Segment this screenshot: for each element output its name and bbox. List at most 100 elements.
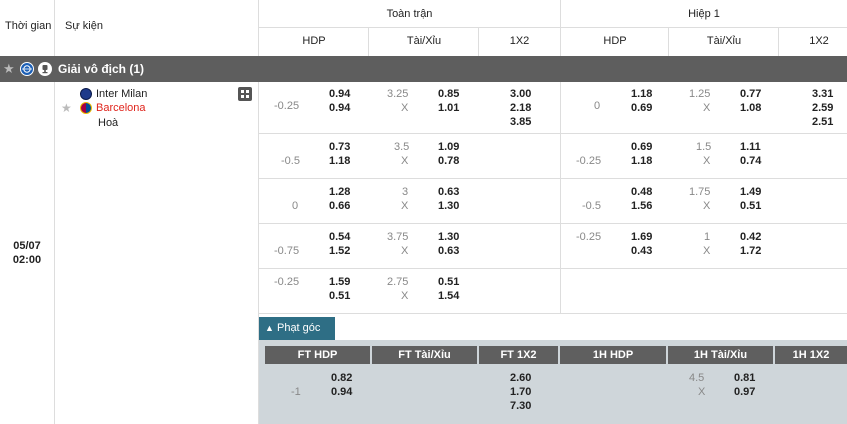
h1-ou-line: 1.75 (689, 186, 711, 198)
corner-h1-ou-over-odds[interactable]: 0.81 (734, 372, 755, 384)
ft-hdp-home-odds[interactable]: 0.94 (329, 88, 350, 100)
ft-ou-under-odds[interactable]: 1.01 (438, 102, 459, 114)
ft-ou-under-odds[interactable]: 1.54 (438, 290, 459, 302)
favorite-star-icon[interactable]: ★ (61, 101, 72, 115)
time-column-header: Thời gian (5, 20, 52, 32)
firsthalf-group-header: Hiệp 1 (688, 8, 720, 20)
event-column-header: Sự kiện (65, 20, 103, 32)
ft-ou-x: X (401, 200, 409, 212)
h1-ou-over-odds[interactable]: 1.49 (740, 186, 761, 198)
divider (259, 133, 847, 134)
ft-1x2-header: 1X2 (509, 35, 530, 47)
ft-ou-x: X (401, 245, 409, 257)
corner-ft-1x2-away-odds[interactable]: 1.70 (510, 386, 531, 398)
h1-hdp-away-odds[interactable]: 1.56 (631, 200, 652, 212)
ft-ou-line: 3.25 (387, 88, 409, 100)
ft-1x2-away-odds[interactable]: 2.18 (510, 102, 531, 114)
h1-1x2-header: 1X2 (809, 35, 829, 47)
h1-hdp-home-odds[interactable]: 1.18 (631, 88, 652, 100)
corner-ft-hdp-header: FT HDP (265, 346, 370, 364)
divider (258, 0, 259, 56)
favorite-star-icon[interactable]: ★ (3, 61, 15, 77)
h1-hdp-line: -0.25 (576, 231, 602, 243)
ft-hdp-away-odds[interactable]: 1.18 (329, 155, 350, 167)
ft-hdp-away-odds[interactable]: 0.94 (329, 102, 350, 114)
corner-ft-1x2-home-odds[interactable]: 2.60 (510, 372, 531, 384)
divider (259, 268, 847, 269)
ft-hdp-home-odds[interactable]: 0.73 (329, 141, 350, 153)
ft-ou-line: 3.5 (394, 141, 410, 153)
corner-ft-hdp-away-odds[interactable]: 0.94 (331, 386, 352, 398)
h1-ou-under-odds[interactable]: 0.74 (740, 155, 761, 167)
ft-ou-under-odds[interactable]: 1.30 (438, 200, 459, 212)
away-team-name[interactable]: Barcelona (96, 102, 146, 114)
corner-h1-hdp-header: 1H HDP (560, 346, 666, 364)
corners-tab[interactable]: ▲ Phạt góc (259, 317, 335, 340)
corners-tab-label: Phạt góc (276, 322, 321, 334)
ft-ou-under-odds[interactable]: 0.78 (438, 155, 459, 167)
corner-h1-ou-header: 1H Tài/Xỉu (668, 346, 773, 364)
h1-hdp-line: 0 (594, 100, 601, 112)
divider (560, 82, 561, 313)
ft-hdp-away-odds[interactable]: 1.52 (329, 245, 350, 257)
h1-hdp-home-odds[interactable]: 0.69 (631, 141, 652, 153)
ft-ou-over-odds[interactable]: 1.30 (438, 231, 459, 243)
trophy-icon (38, 62, 52, 76)
draw-label: Hoà (98, 117, 119, 129)
h1-ou-line: 1.25 (689, 88, 711, 100)
divider (668, 28, 669, 56)
h1-ou-under-odds[interactable]: 1.08 (740, 102, 761, 114)
h1-ou-over-odds[interactable]: 0.77 (740, 88, 761, 100)
h1-hdp-away-odds[interactable]: 1.18 (631, 155, 652, 167)
h1-1x2-away-odds[interactable]: 2.59 (812, 102, 833, 114)
divider (778, 28, 779, 56)
h1-1x2-home-odds[interactable]: 3.31 (812, 88, 833, 100)
home-team-name[interactable]: Inter Milan (96, 88, 147, 100)
ft-hdp-line: -0.75 (274, 245, 300, 257)
ft-ou-over-odds[interactable]: 0.85 (438, 88, 459, 100)
competition-globe-icon (20, 62, 34, 76)
h1-hdp-home-odds[interactable]: 1.69 (631, 231, 652, 243)
h1-hdp-line: -0.5 (582, 200, 601, 212)
ft-1x2-draw-odds[interactable]: 3.85 (510, 116, 531, 128)
ft-hdp-home-odds[interactable]: 1.59 (329, 276, 350, 288)
h1-hdp-away-odds[interactable]: 0.69 (631, 102, 652, 114)
divider (368, 28, 369, 56)
h1-ou-x: X (703, 200, 711, 212)
h1-hdp-home-odds[interactable]: 0.48 (631, 186, 652, 198)
ft-hdp-home-odds[interactable]: 1.28 (329, 186, 350, 198)
inter-milan-logo-icon (80, 88, 92, 100)
ft-ou-x: X (401, 102, 409, 114)
h1-hdp-away-odds[interactable]: 0.43 (631, 245, 652, 257)
corner-ft-1x2-draw-odds[interactable]: 7.30 (510, 400, 531, 412)
h1-hdp-header: HDP (603, 35, 627, 47)
fulltime-group-header: Toàn trận (386, 8, 433, 20)
ft-ou-over-odds[interactable]: 0.51 (438, 276, 459, 288)
ft-hdp-away-odds[interactable]: 0.51 (329, 290, 350, 302)
corner-ft-hdp-home-odds[interactable]: 0.82 (331, 372, 352, 384)
ft-ou-x: X (401, 290, 409, 302)
h1-ou-under-odds[interactable]: 1.72 (740, 245, 761, 257)
ft-ou-over-odds[interactable]: 0.63 (438, 186, 459, 198)
ft-1x2-home-odds[interactable]: 3.00 (510, 88, 531, 100)
league-name[interactable]: Giải vô địch (1) (58, 62, 144, 76)
corner-h1-1x2-header: 1H 1X2 (775, 346, 847, 364)
caret-up-icon: ▲ (265, 323, 274, 333)
match-stats-icon[interactable] (238, 87, 252, 101)
corner-h1-ou-under-odds[interactable]: 0.97 (734, 386, 755, 398)
ft-ou-line: 2.75 (387, 276, 409, 288)
h1-ou-over-odds[interactable]: 1.11 (740, 141, 761, 153)
ft-hdp-away-odds[interactable]: 0.66 (329, 200, 350, 212)
corner-ft-1x2-header: FT 1X2 (479, 346, 558, 364)
ft-ou-under-odds[interactable]: 0.63 (438, 245, 459, 257)
h1-ou-over-odds[interactable]: 0.42 (740, 231, 761, 243)
divider (259, 313, 847, 314)
match-date: 05/07 (13, 240, 41, 252)
h1-1x2-draw-odds[interactable]: 2.51 (812, 116, 833, 128)
ft-hdp-home-odds[interactable]: 0.54 (329, 231, 350, 243)
h1-ou-under-odds[interactable]: 0.51 (740, 200, 761, 212)
divider (54, 82, 55, 424)
ft-ou-over-odds[interactable]: 1.09 (438, 141, 459, 153)
corner-ft-hdp-line: -1 (291, 386, 301, 398)
h1-ou-x: X (703, 102, 711, 114)
